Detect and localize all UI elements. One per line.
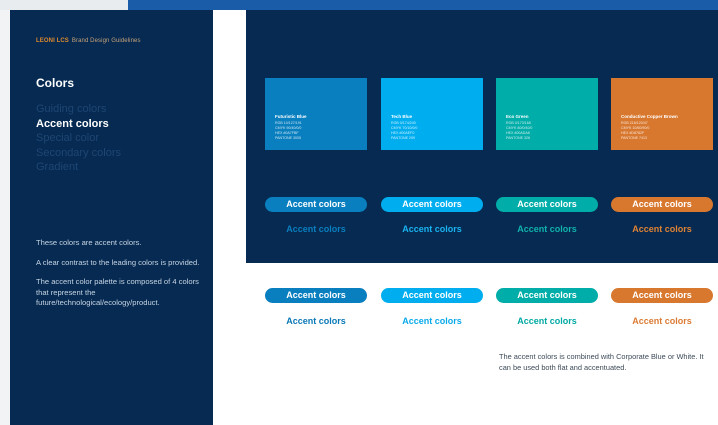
swatch-spec: CMYK 90/40/0/0: [275, 126, 302, 130]
top-blue-bar: [128, 0, 718, 10]
section-title: Colors: [36, 76, 75, 90]
usage-note: The accent colors is combined with Corpo…: [499, 352, 704, 372]
swatch-name: Conductive Copper Brown: [621, 114, 678, 119]
brand-subtitle: Brand Design Guidelines: [71, 38, 141, 44]
nav-item-secondary-colors[interactable]: Secondary colors: [36, 146, 121, 161]
accent-pill-copper-brown-light: Accent colors: [611, 288, 713, 303]
nav-item-special-color[interactable]: Special color: [36, 131, 121, 146]
swatch-name: Futuristic Blue: [275, 114, 307, 119]
brand-label: LEONI LCS Brand Design Guidelines: [36, 38, 141, 44]
accent-pill-tech-blue: Accent colors: [381, 197, 483, 212]
accent-text-tech-blue: Accent colors: [402, 224, 462, 234]
swatch-spec: RGB 0/173/168: [506, 121, 531, 125]
accent-text-futuristic-blue: Accent colors: [286, 224, 346, 234]
accent-text-eco-green: Accent colors: [517, 224, 577, 234]
description-line: A clear contrast to the leading colors i…: [36, 257, 200, 267]
swatch-spec: RGB 0/174/240: [391, 121, 416, 125]
accent-text-copper-brown: Accent colors: [632, 224, 692, 234]
top-strip: [0, 0, 128, 10]
accent-text-eco-green-light: Accent colors: [517, 316, 577, 326]
accent-pill-copper-brown: Accent colors: [611, 197, 713, 212]
description-line: These colors are accent colors.: [36, 238, 142, 247]
nav-item-accent-colors[interactable]: Accent colors: [36, 117, 121, 132]
accent-pill-eco-green-light: Accent colors: [496, 288, 598, 303]
nav-item-guiding-colors[interactable]: Guiding colors: [36, 102, 121, 117]
swatch-spec: HEX #D8782F: [621, 131, 645, 135]
swatch-spec: CMYK 10/60/90/0: [621, 126, 650, 130]
swatch-spec: RGB 10/127/191: [275, 121, 302, 125]
swatch-tech-blue: Tech Blue RGB 0/174/240 CMYK 70/10/0/0 H…: [381, 78, 483, 150]
swatch-spec: PANTONE 299: [391, 136, 416, 140]
swatch-spec: HEX #0A7FBF: [275, 131, 299, 135]
swatch-copper-brown: Conductive Copper Brown RGB 216/120/47 C…: [611, 78, 713, 150]
accent-pill-tech-blue-light: Accent colors: [381, 288, 483, 303]
swatch-spec: CMYK 70/10/0/0: [391, 126, 418, 130]
swatch-name: Eco Green: [506, 114, 529, 119]
accent-text-copper-brown-light: Accent colors: [632, 316, 692, 326]
swatch-spec: CMYK 80/0/40/0: [506, 126, 533, 130]
sidebar: LEONI LCS Brand Design Guidelines Colors …: [10, 10, 213, 425]
accent-pill-eco-green: Accent colors: [496, 197, 598, 212]
swatch-spec: PANTONE 3005: [275, 136, 302, 140]
brand-name: LEONI LCS: [36, 38, 69, 44]
swatch-spec: PANTONE 7413: [621, 136, 648, 140]
swatch-name: Tech Blue: [391, 114, 413, 119]
accent-text-futuristic-blue-light: Accent colors: [286, 316, 346, 326]
description: These colors are accent colors. A clear …: [36, 238, 206, 318]
left-gutter: [0, 10, 10, 425]
nav-item-gradient[interactable]: Gradient: [36, 160, 121, 175]
swatch-futuristic-blue: Futuristic Blue RGB 10/127/191 CMYK 90/4…: [265, 78, 367, 150]
accent-text-tech-blue-light: Accent colors: [402, 316, 462, 326]
swatch-spec: HEX #00AEF0: [391, 131, 415, 135]
swatch-spec: PANTONE 326: [506, 136, 531, 140]
accent-pill-futuristic-blue-light: Accent colors: [265, 288, 367, 303]
swatch-spec: HEX #00ADA8: [506, 131, 530, 135]
color-nav: Guiding colors Accent colors Special col…: [36, 102, 121, 175]
swatch-eco-green: Eco Green RGB 0/173/168 CMYK 80/0/40/0 H…: [496, 78, 598, 150]
accent-pill-futuristic-blue: Accent colors: [265, 197, 367, 212]
swatch-spec: RGB 216/120/47: [621, 121, 648, 125]
description-line: The accent color palette is composed of …: [36, 277, 199, 307]
